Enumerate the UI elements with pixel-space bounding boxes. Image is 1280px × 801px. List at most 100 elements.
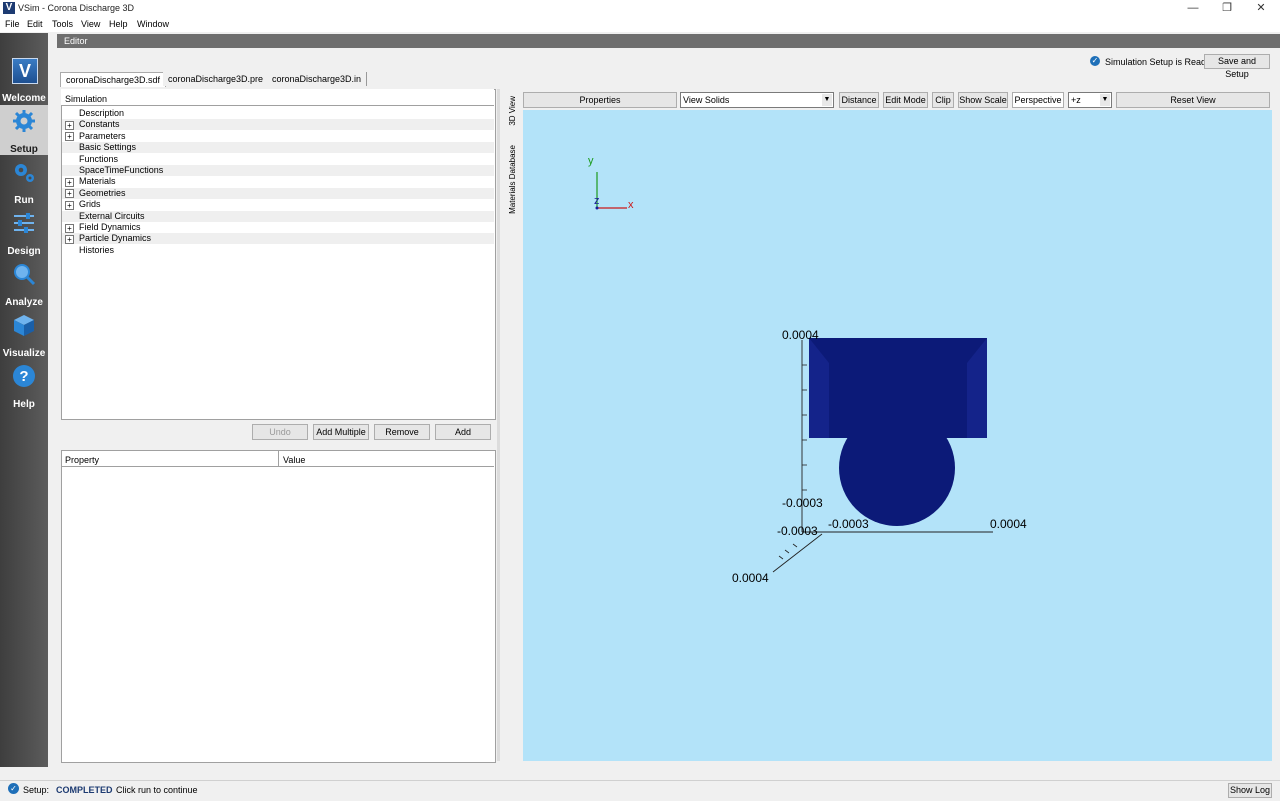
add-multiple-button[interactable]: Add Multiple (313, 424, 369, 440)
magnifier-icon (14, 264, 36, 286)
column-value[interactable]: Value (283, 455, 305, 465)
tab-3d-view[interactable]: 3D View (508, 96, 517, 126)
z-axis-min-label: -0.0003 (777, 524, 818, 538)
tree-item[interactable] (62, 154, 494, 165)
orientation-z-label: z (594, 195, 600, 207)
expand-plus-icon[interactable]: + (65, 234, 74, 244)
tree-item[interactable] (62, 108, 494, 119)
editor-title: Editor (64, 36, 88, 46)
nav-welcome[interactable]: V Welcome (0, 54, 48, 104)
x-axis-min-label: -0.0003 (828, 517, 869, 531)
perspective-toggle[interactable]: Perspective (1012, 92, 1064, 108)
gear-icon (13, 110, 35, 132)
orientation-y-label: y (588, 155, 594, 167)
3d-viewport[interactable]: y z x 0.0004 -0.0003 -0.0003 -0.0003 0.0… (523, 110, 1272, 761)
nav-design[interactable]: Design (0, 207, 48, 257)
menu-bar (0, 17, 1280, 32)
nav-analyze-label: Analyze (5, 297, 43, 308)
tree-item[interactable] (62, 176, 494, 187)
title-bar (0, 0, 1280, 17)
undo-button[interactable]: Undo (252, 424, 308, 440)
restore-button[interactable]: ❐ (1210, 0, 1244, 17)
edit-mode-button[interactable]: Edit Mode (883, 92, 928, 108)
show-scale-button[interactable]: Show Scale (958, 92, 1008, 108)
check-icon: ✓ (8, 783, 19, 794)
tree-item-label: Particle Dynamics (79, 233, 152, 244)
nav-run[interactable]: Run (0, 156, 48, 206)
tree-item[interactable] (62, 119, 494, 131)
show-log-button[interactable]: Show Log (1228, 783, 1272, 798)
tab-sdf-file[interactable]: coronaDischarge3D.sdf (60, 72, 167, 87)
tab-pre-file[interactable]: coronaDischarge3D.pre (163, 72, 270, 86)
nav-visualize[interactable]: Visualize (0, 309, 48, 359)
axis-select-value: +z (1071, 95, 1081, 105)
tree-item[interactable] (62, 187, 494, 199)
tree-item-label: Description (79, 108, 125, 118)
expand-plus-icon[interactable]: + (65, 200, 74, 210)
svg-text:?: ? (19, 368, 28, 385)
status-label: Setup: (23, 785, 50, 795)
menu-window[interactable]: Window (137, 19, 169, 29)
panel-splitter[interactable] (497, 89, 500, 761)
nav-analyze[interactable]: Analyze (0, 258, 48, 308)
z-axis-max-label: 0.0004 (732, 571, 769, 585)
cube-icon (14, 315, 34, 336)
menu-view[interactable]: View (81, 19, 100, 29)
reset-view-button[interactable]: Reset View (1116, 92, 1270, 108)
tree-item[interactable] (62, 199, 494, 210)
tree-item-label: Field Dynamics (79, 222, 141, 232)
tree-item[interactable] (62, 131, 494, 142)
properties-button[interactable]: Properties (523, 92, 677, 108)
remove-button[interactable]: Remove (374, 424, 430, 440)
editor-header (57, 34, 1280, 48)
tree-item-label: Parameters (79, 130, 126, 141)
column-property[interactable]: Property (65, 455, 99, 465)
nav-visualize-label: Visualize (2, 348, 46, 359)
expand-plus-icon[interactable]: + (65, 189, 74, 199)
expand-plus-icon[interactable]: + (65, 177, 74, 187)
tree-item-label: Grids (79, 199, 101, 210)
check-icon: ✓ (1090, 56, 1100, 66)
expand-plus-icon[interactable]: + (65, 223, 74, 233)
tree-item-label: Functions (79, 153, 119, 164)
view-mode-value: View Solids (683, 95, 730, 105)
column-divider[interactable] (278, 450, 279, 467)
nav-help-label: Help (13, 399, 35, 410)
nav-setup-label: Setup (10, 144, 38, 155)
minimize-button[interactable]: — (1176, 0, 1210, 17)
tree-item-label: SpaceTimeFunctions (79, 165, 164, 175)
tab-materials-database[interactable]: Materials Database (508, 145, 517, 214)
distance-button[interactable]: Distance (839, 92, 879, 108)
chevron-down-icon: ▼ (1100, 94, 1110, 106)
tab-in-file[interactable]: coronaDischarge3D.in (267, 72, 368, 86)
tree-item-label: Constants (79, 119, 120, 130)
view-mode-select[interactable]: View Solids ▼ (680, 92, 834, 108)
add-button[interactable]: Add (435, 424, 491, 440)
orientation-axes-widget (595, 172, 627, 210)
clip-button[interactable]: Clip (932, 92, 954, 108)
sliders-icon (14, 213, 34, 233)
vsim-logo-icon: V (12, 58, 38, 84)
geometry-solids (809, 338, 987, 526)
menu-help[interactable]: Help (109, 19, 128, 29)
chevron-down-icon: ▼ (822, 94, 832, 106)
tree-item-label: Materials (79, 176, 116, 187)
nav-help[interactable]: ? Help (0, 360, 48, 410)
axis-select[interactable]: +z ▼ (1068, 92, 1112, 108)
status-state: COMPLETED (56, 785, 113, 795)
menu-file[interactable]: File (5, 19, 20, 29)
scene-svg (595, 172, 993, 573)
expand-plus-icon[interactable]: + (65, 120, 74, 130)
y-axis-max-label: 0.0004 (782, 328, 819, 342)
gears-icon (15, 164, 34, 182)
menu-edit[interactable]: Edit (27, 19, 43, 29)
tree-item-label: Basic Settings (79, 142, 137, 153)
tree-item[interactable] (62, 245, 494, 256)
save-and-setup-button[interactable]: Save and Setup (1204, 54, 1270, 79)
property-table[interactable] (61, 450, 496, 763)
expand-plus-icon[interactable]: + (65, 132, 74, 142)
close-button[interactable]: ✕ (1244, 0, 1278, 17)
menu-tools[interactable]: Tools (52, 19, 73, 29)
tree-item-label: Histories (79, 244, 115, 255)
nav-setup[interactable]: Setup (0, 105, 48, 155)
